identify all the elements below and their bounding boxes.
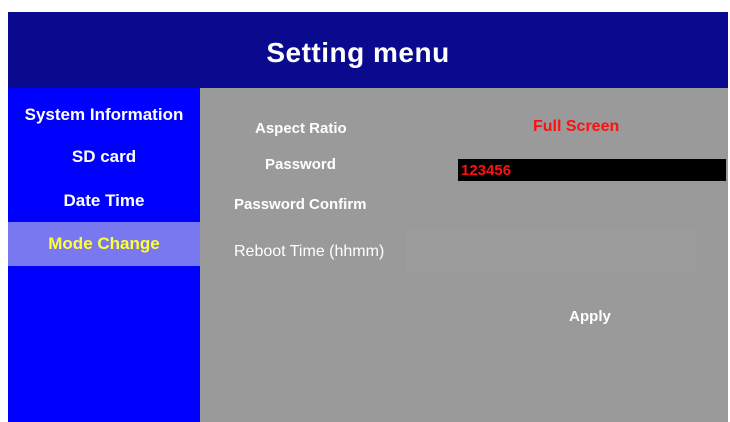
settings-screen: Setting menu System Information SD card … [8,12,728,422]
reboot-time-field[interactable] [406,230,696,272]
sidebar-item-sd-card[interactable]: SD card [8,138,200,176]
sidebar-item-system-information[interactable]: System Information [8,96,200,134]
header-bar: Setting menu [8,12,728,88]
password-field[interactable] [458,159,726,181]
sidebar: System Information SD card Date Time Mod… [8,88,200,422]
password-confirm-label: Password Confirm [234,196,367,213]
password-label: Password [265,156,336,173]
reboot-time-label: Reboot Time (hhmm) [234,243,385,260]
aspect-ratio-value[interactable]: Full Screen [533,118,619,136]
password-confirm-field[interactable] [458,192,726,216]
sidebar-item-date-time[interactable]: Date Time [8,182,200,220]
sidebar-item-mode-change[interactable]: Mode Change [8,222,200,266]
page-title: Setting menu [266,37,450,68]
apply-button[interactable]: Apply [548,302,632,330]
aspect-ratio-label: Aspect Ratio [255,120,347,137]
